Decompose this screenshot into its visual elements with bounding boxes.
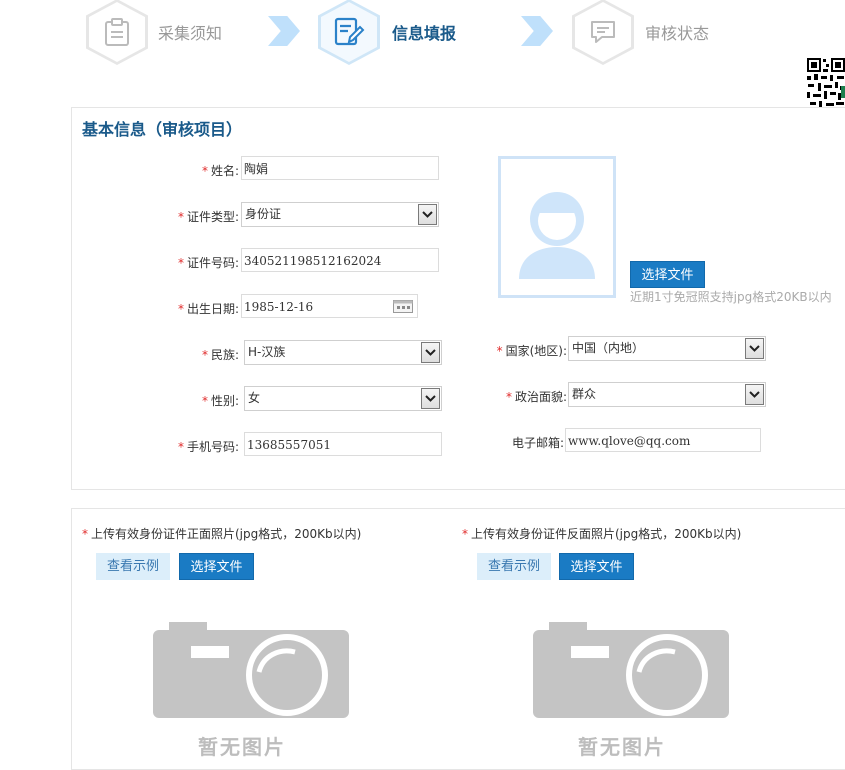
id-number-label: * 证件号码: [177, 256, 239, 270]
birth-date-input[interactable]: 1985-12-16 [241, 294, 418, 318]
step-1-label: 采集须知 [158, 24, 223, 43]
basic-info-panel: 基本信息（审核项目） * 姓名: 陶娟 * 证件类型: 身份证 * 证件号码: 340… [71, 107, 845, 490]
id-upload-panel: * 上传有效身份证件正面照片(jpg格式，200Kb以内) 查看示例 选择文件 暂… [71, 508, 845, 770]
email-input[interactable]: www.qlove@qq.com [565, 428, 761, 452]
back-upload-label: * 上传有效身份证件反面照片(jpg格式，200Kb以内) [462, 527, 742, 541]
political-select[interactable]: 群众 [568, 382, 766, 407]
section-title: 基本信息（审核项目） [82, 120, 243, 139]
gender-value: 女 [248, 391, 261, 405]
chevron-down-icon[interactable] [418, 204, 437, 225]
country-label: * 国家(地区): [496, 344, 567, 358]
name-input[interactable]: 陶娟 [241, 156, 439, 180]
user-avatar-icon [509, 167, 605, 287]
ethnicity-select[interactable]: H-汉族 [244, 340, 442, 365]
country-value: 中国（内地） [572, 341, 645, 355]
portrait-placeholder [498, 156, 616, 298]
chevron-down-icon[interactable] [745, 338, 764, 359]
step-arrow-2 [521, 16, 553, 46]
choose-photo-button[interactable]: 选择文件 [630, 261, 705, 288]
photo-hint: 近期1寸免冠照支持jpg格式20KB以内 [630, 290, 832, 304]
camera-icon [533, 622, 729, 718]
gender-select[interactable]: 女 [244, 386, 442, 411]
step-2-badge [318, 0, 380, 65]
ethnicity-value: H-汉族 [248, 345, 286, 359]
gender-label: * 性别: [201, 394, 239, 408]
ethnicity-label: * 民族: [201, 348, 239, 362]
step-3-label: 审核状态 [645, 24, 710, 43]
camera-icon [153, 622, 349, 718]
phone-label: * 手机号码: [177, 440, 239, 454]
id-type-label: * 证件类型: [177, 210, 239, 224]
front-example-button[interactable]: 查看示例 [96, 553, 170, 580]
front-choose-button[interactable]: 选择文件 [179, 553, 254, 580]
birth-date-value: 1985-12-16 [244, 300, 314, 314]
political-label: * 政治面貌: [505, 390, 567, 404]
step-progress-bar: 采集须知 信息填报 审核状态 [0, 0, 845, 70]
step-1-badge [86, 0, 148, 65]
clipboard-icon [105, 18, 129, 46]
chevron-down-icon[interactable] [421, 388, 440, 409]
phone-input[interactable]: 13685557051 [244, 432, 442, 456]
id-number-input[interactable]: 340521198512162024 [241, 248, 439, 272]
front-upload-label: * 上传有效身份证件正面照片(jpg格式，200Kb以内) [82, 527, 362, 541]
chevron-down-icon[interactable] [745, 384, 764, 405]
form-edit-icon [334, 17, 365, 46]
step-2-label: 信息填报 [392, 24, 457, 43]
step-3-badge [572, 0, 634, 65]
back-example-button[interactable]: 查看示例 [477, 553, 551, 580]
id-type-select[interactable]: 身份证 [241, 202, 439, 227]
email-label: 电子邮箱: [511, 436, 564, 450]
name-label: * 姓名: [201, 164, 239, 178]
birth-date-label: * 出生日期: [177, 302, 239, 316]
id-type-value: 身份证 [245, 207, 282, 221]
calendar-icon[interactable] [393, 300, 413, 313]
political-value: 群众 [572, 387, 597, 401]
back-choose-button[interactable]: 选择文件 [559, 553, 634, 580]
country-select[interactable]: 中国（内地） [568, 336, 766, 361]
front-placeholder-text: 暂无图片 [198, 735, 286, 759]
back-placeholder-text: 暂无图片 [578, 735, 666, 759]
chat-icon [591, 21, 615, 43]
step-arrow-1 [268, 16, 300, 46]
chevron-down-icon[interactable] [421, 342, 440, 363]
